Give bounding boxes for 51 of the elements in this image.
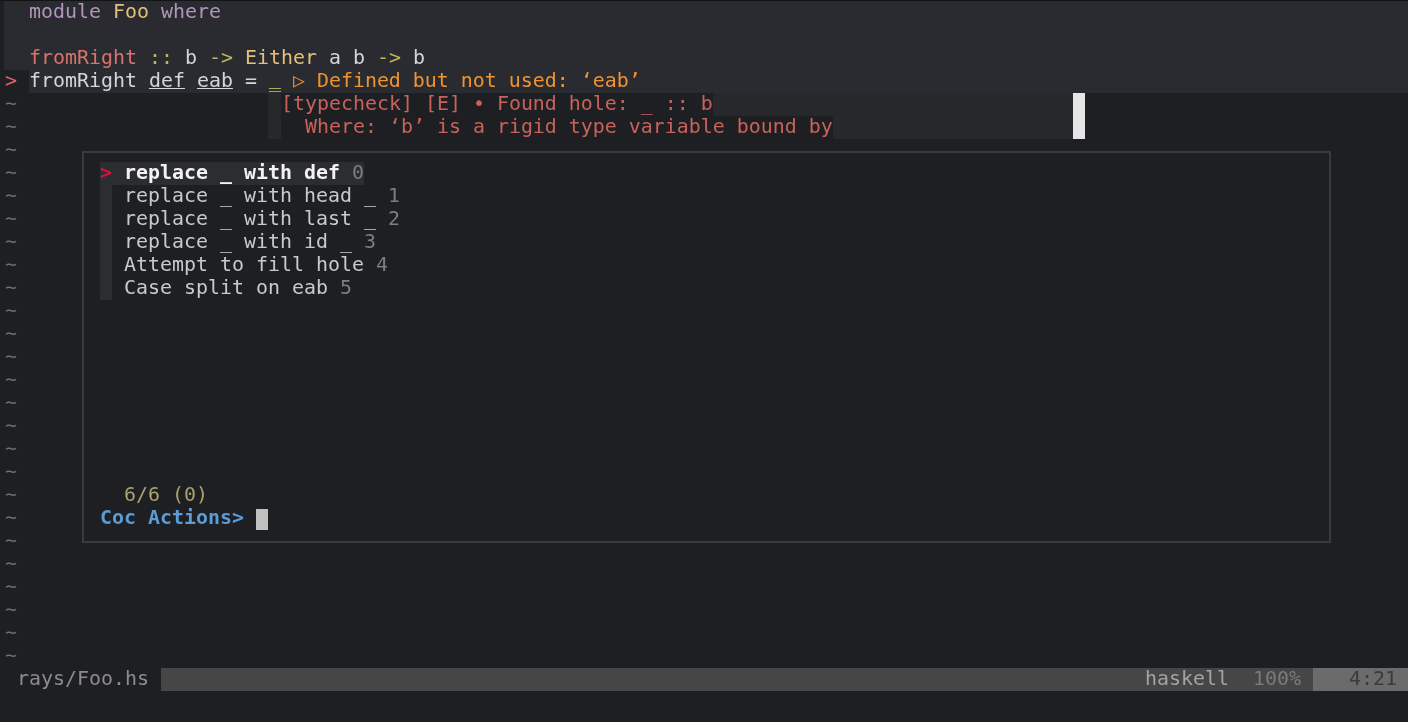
shortcut-key: 0: [351, 162, 364, 185]
filetype-label: haskell: [1145, 668, 1229, 691]
tilde-marker: ~: [5, 162, 17, 185]
action-item[interactable]: replace _ with last _ 2: [100, 208, 400, 231]
tilde-marker: ~: [5, 300, 17, 323]
tilde-marker: ~: [5, 93, 17, 116]
tilde-marker: ~: [5, 392, 17, 415]
diagnostic-hint: ▷ Defined but not used: ‘eab’: [292, 70, 641, 93]
tilde-marker: ~: [5, 231, 17, 254]
scrollbar-thumb[interactable]: [1073, 93, 1085, 139]
shortcut-key: 2: [387, 208, 400, 231]
code-line: module Foo where: [29, 1, 221, 24]
tilde-marker: ~: [5, 576, 17, 599]
tilde-marker: ~: [5, 116, 17, 139]
tilde-marker: ~: [5, 622, 17, 645]
tilde-marker: ~: [5, 530, 17, 553]
shortcut-key: 3: [363, 231, 376, 254]
action-item[interactable]: replace _ with head _ 1: [100, 185, 400, 208]
tilde-marker: ~: [5, 599, 17, 622]
code-line: fromRight def eab = _: [29, 70, 281, 93]
tilde-marker: ~: [5, 484, 17, 507]
tilde-marker: ~: [5, 415, 17, 438]
action-item[interactable]: Attempt to fill hole 4: [100, 254, 388, 277]
tilde-marker: ~: [5, 438, 17, 461]
tilde-marker: ~: [5, 461, 17, 484]
sign-marker: >: [4, 70, 29, 93]
tilde-marker: ~: [5, 277, 17, 300]
diagnostic-message: [typecheck] [E] • Found hole: _ :: b: [281, 93, 713, 116]
tilde-marker: ~: [5, 323, 17, 346]
diagnostic-message: Where: ‘b’ is a rigid type variable bound by: [281, 116, 833, 139]
prompt-input[interactable]: [255, 509, 268, 530]
tilde-marker: ~: [5, 346, 17, 369]
action-item[interactable]: replace _ with id _ 3: [100, 231, 376, 254]
selection-marker: >: [100, 162, 112, 185]
shortcut-key: 5: [339, 277, 352, 300]
tilde-marker: ~: [5, 139, 17, 162]
tilde-marker: ~: [5, 208, 17, 231]
tilde-marker: ~: [5, 645, 17, 668]
action-item[interactable]: Case split on eab 5: [100, 277, 352, 300]
tilde-marker: ~: [5, 254, 17, 277]
prompt-label: Coc Actions>: [100, 507, 244, 530]
tilde-marker: ~: [5, 369, 17, 392]
action-item[interactable]: > replace _ with def 0: [100, 162, 364, 185]
tilde-marker: ~: [5, 185, 17, 208]
file-path: rays/Foo.hs: [17, 668, 149, 691]
match-count: 6/6 (0): [124, 484, 208, 507]
tilde-marker: ~: [5, 553, 17, 576]
shortcut-key: 1: [387, 185, 400, 208]
code-line: fromRight :: b -> Either a b -> b: [29, 47, 425, 70]
shortcut-key: 4: [375, 254, 388, 277]
tilde-marker: ~: [5, 507, 17, 530]
